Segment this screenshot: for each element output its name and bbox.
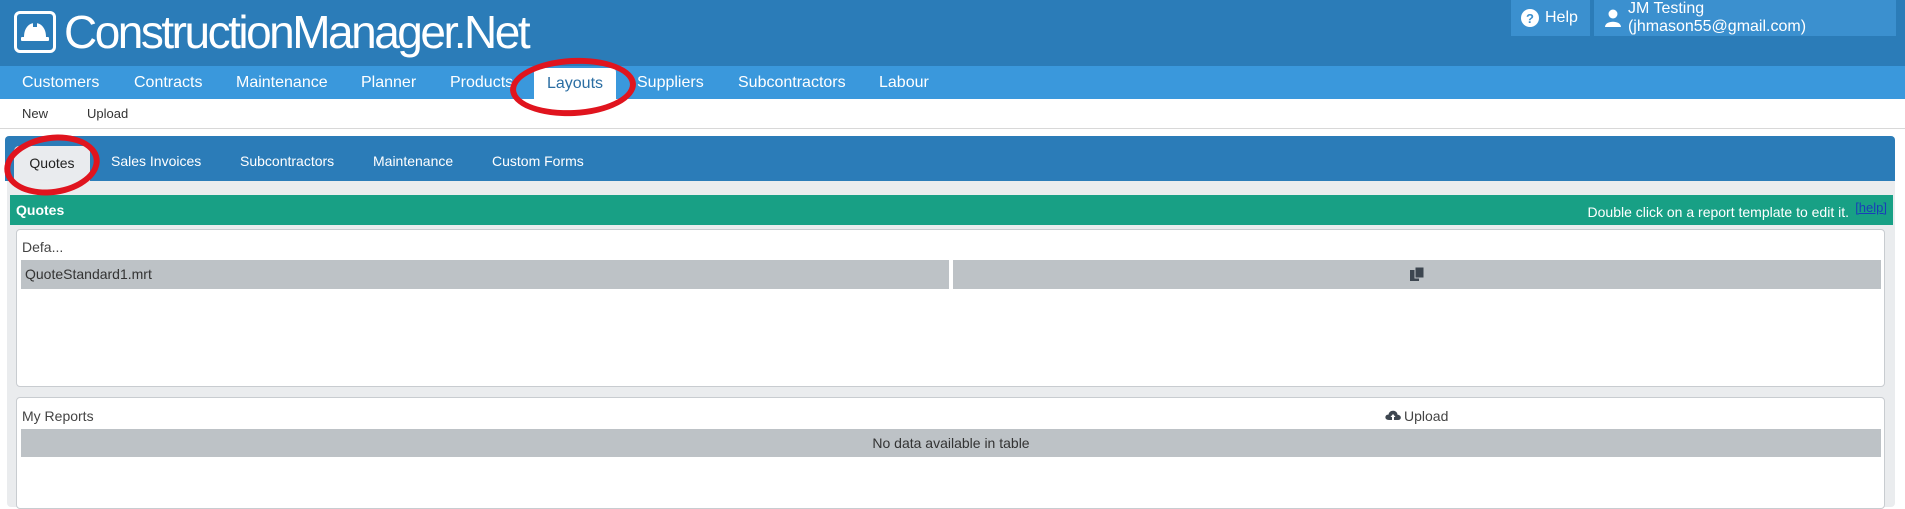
- user-label: JM Testing (jhmason55@gmail.com): [1627, 0, 1807, 35]
- nav-suppliers[interactable]: Suppliers: [637, 66, 704, 99]
- nav-maintenance[interactable]: Maintenance: [236, 66, 328, 99]
- cloud-upload-icon: [1385, 410, 1401, 420]
- section-header: Quotes Double click on a report template…: [10, 195, 1893, 225]
- user-icon: [1604, 9, 1621, 27]
- nav-customers[interactable]: Customers: [22, 66, 99, 99]
- template-name-cell[interactable]: QuoteStandard1.mrt: [21, 260, 949, 289]
- main-nav: Customers Contracts Maintenance Planner …: [0, 66, 1905, 99]
- tab-subcontractors[interactable]: Subcontractors: [240, 136, 334, 181]
- svg-text:?: ?: [1526, 11, 1534, 26]
- help-icon: ?: [1521, 9, 1539, 27]
- top-header: ConstructionManager.Net ? Help JM Testin…: [0, 0, 1905, 66]
- section-title: Quotes: [16, 202, 65, 218]
- user-menu-button[interactable]: JM Testing (jhmason55@gmail.com): [1594, 0, 1896, 36]
- help-button[interactable]: ? Help: [1511, 0, 1590, 36]
- tab-custom-forms[interactable]: Custom Forms: [492, 136, 584, 181]
- upload-button[interactable]: Upload: [87, 106, 128, 121]
- tab-maintenance[interactable]: Maintenance: [373, 136, 453, 181]
- section-note: Double click on a report template to edi…: [1587, 204, 1849, 220]
- my-reports-upload[interactable]: Upload: [1385, 408, 1448, 424]
- my-reports-box: My Reports Upload No data available in t…: [16, 397, 1885, 509]
- logo-text: ConstructionManager.Net: [64, 6, 531, 58]
- copy-icon[interactable]: [1408, 266, 1426, 284]
- nav-labour[interactable]: Labour: [879, 66, 929, 99]
- nav-products[interactable]: Products: [450, 66, 513, 99]
- default-box-label: Defa...: [22, 239, 64, 255]
- hard-hat-icon: [14, 11, 56, 53]
- empty-table-row: No data available in table: [21, 429, 1881, 457]
- help-label: Help: [1545, 9, 1578, 26]
- help-link[interactable]: [help]: [1855, 200, 1887, 215]
- nav-subcontractors[interactable]: Subcontractors: [738, 66, 846, 99]
- nav-planner[interactable]: Planner: [361, 66, 416, 99]
- tab-sales-invoices[interactable]: Sales Invoices: [111, 136, 201, 181]
- new-button[interactable]: New: [22, 106, 48, 121]
- my-reports-label: My Reports: [22, 408, 94, 424]
- app-logo[interactable]: ConstructionManager.Net: [14, 6, 531, 58]
- default-templates-box: Defa... QuoteStandard1.mrt: [16, 229, 1885, 387]
- template-action-cell: [953, 260, 1881, 289]
- nav-contracts[interactable]: Contracts: [134, 66, 202, 99]
- layout-tabs: Sales Invoices Subcontractors Maintenanc…: [5, 136, 1895, 181]
- my-reports-upload-label: Upload: [1404, 408, 1449, 424]
- sub-nav: New Upload: [0, 99, 1905, 129]
